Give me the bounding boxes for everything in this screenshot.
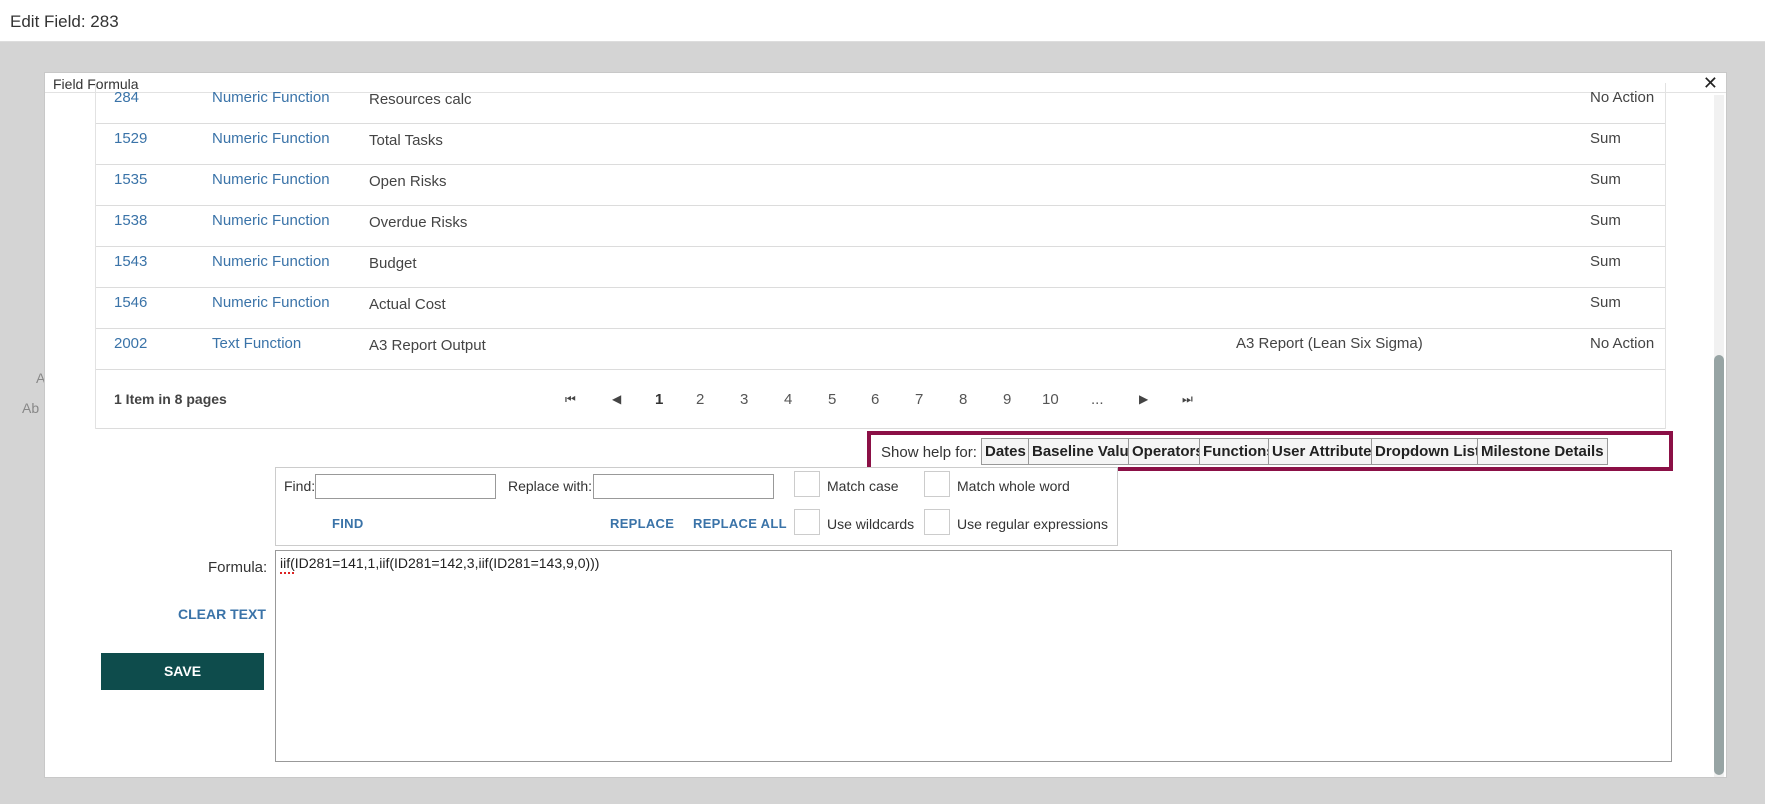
- row-name: Total Tasks: [369, 132, 443, 149]
- row-reference: A3 Report (Lean Six Sigma): [1236, 335, 1423, 352]
- formula-label: Formula:: [208, 559, 268, 576]
- table-row[interactable]: 1543 Numeric Function Budget Sum: [96, 247, 1665, 288]
- replace-button[interactable]: REPLACE: [610, 516, 674, 531]
- page-number-4[interactable]: 4: [784, 391, 792, 408]
- row-type-link[interactable]: Numeric Function: [212, 130, 330, 147]
- row-aggregation: Sum: [1590, 294, 1621, 311]
- page-number-6[interactable]: 6: [871, 391, 879, 408]
- row-id-link[interactable]: 1543: [114, 253, 147, 270]
- table-row[interactable]: 1546 Numeric Function Actual Cost Sum: [96, 288, 1665, 329]
- find-label: Find:: [284, 478, 316, 494]
- row-name: Actual Cost: [369, 296, 446, 313]
- row-type-link[interactable]: Numeric Function: [212, 294, 330, 311]
- page-title: Edit Field: 283: [10, 12, 119, 31]
- use-wildcards-checkbox[interactable]: [794, 509, 820, 535]
- match-whole-word-checkbox[interactable]: [924, 471, 950, 497]
- page-number-3[interactable]: 3: [740, 391, 748, 408]
- formula-text[interactable]: iif(ID281=141,1,iif(ID281=142,3,iif(ID28…: [280, 555, 599, 571]
- clear-text-button[interactable]: CLEAR TEXT: [178, 606, 266, 622]
- replace-all-button[interactable]: REPLACE ALL: [693, 516, 787, 531]
- row-name: Budget: [369, 255, 417, 272]
- pager-info: 1 Item in 8 pages: [114, 391, 227, 407]
- prev-page-icon[interactable]: ◀: [612, 392, 621, 406]
- save-button[interactable]: SAVE: [101, 653, 264, 690]
- row-id-link[interactable]: 1538: [114, 212, 147, 229]
- row-type-link[interactable]: Numeric Function: [212, 212, 330, 229]
- table-row[interactable]: 1538 Numeric Function Overdue Risks Sum: [96, 206, 1665, 247]
- row-aggregation: Sum: [1590, 253, 1621, 270]
- help-operators-button[interactable]: Operators: [1128, 438, 1208, 465]
- help-label: Show help for:: [881, 444, 977, 461]
- row-name: Overdue Risks: [369, 214, 468, 231]
- use-regex-checkbox[interactable]: [924, 509, 950, 535]
- replace-input[interactable]: [593, 474, 774, 499]
- help-functions-button[interactable]: Functions: [1199, 438, 1279, 465]
- background-text-ab: Ab: [22, 400, 40, 416]
- find-input[interactable]: [315, 474, 496, 499]
- use-wildcards-label: Use wildcards: [827, 516, 915, 532]
- scrollbar-thumb[interactable]: [1714, 355, 1724, 775]
- page-header: Edit Field: 283: [0, 0, 1765, 42]
- formula-editor[interactable]: iif(ID281=141,1,iif(ID281=142,3,iif(ID28…: [275, 550, 1672, 762]
- row-aggregation: Sum: [1590, 212, 1621, 229]
- grid-pager: 1 Item in 8 pages ⏮ ◀ 1 2 3 4 5 6 7 8 9 …: [96, 370, 1665, 429]
- page-number-5[interactable]: 5: [828, 391, 836, 408]
- help-toolbar: Show help for: Dates Baseline Values Ope…: [867, 431, 1673, 471]
- row-aggregation: No Action: [1590, 335, 1655, 352]
- row-id-link[interactable]: 1529: [114, 130, 147, 147]
- next-page-icon[interactable]: ▶: [1139, 392, 1148, 406]
- row-name: Open Risks: [369, 173, 447, 190]
- row-type-link[interactable]: Numeric Function: [212, 89, 330, 106]
- page-number-1[interactable]: 1: [655, 391, 663, 408]
- use-regex-label: Use regular expressions: [957, 516, 1108, 532]
- dialog-scrollbar[interactable]: [1714, 95, 1724, 777]
- field-formula-dialog: Field Formula ✕ 284 Numeric Function Res…: [44, 72, 1727, 778]
- page-number-10[interactable]: 10: [1042, 391, 1059, 408]
- row-name: Resources calc: [369, 91, 472, 108]
- page-number-2[interactable]: 2: [696, 391, 704, 408]
- row-aggregation: Sum: [1590, 171, 1621, 188]
- row-id-link[interactable]: 1546: [114, 294, 147, 311]
- row-type-link[interactable]: Numeric Function: [212, 171, 330, 188]
- help-milestone-details-button[interactable]: Milestone Details: [1477, 438, 1608, 465]
- first-page-icon[interactable]: ⏮: [565, 392, 576, 407]
- match-case-label: Match case: [827, 478, 899, 494]
- page-number-7[interactable]: 7: [915, 391, 923, 408]
- row-aggregation: No Action: [1590, 89, 1655, 106]
- page-number-9[interactable]: 9: [1003, 391, 1011, 408]
- table-row[interactable]: 284 Numeric Function Resources calc No A…: [96, 83, 1665, 124]
- match-case-checkbox[interactable]: [794, 471, 820, 497]
- row-id-link[interactable]: 284: [114, 89, 139, 106]
- table-row[interactable]: 1529 Numeric Function Total Tasks Sum: [96, 124, 1665, 165]
- find-replace-panel: Find: Replace with: Match case Match who…: [275, 467, 1118, 546]
- fields-grid: 284 Numeric Function Resources calc No A…: [95, 83, 1666, 429]
- match-whole-word-label: Match whole word: [957, 478, 1070, 494]
- close-icon[interactable]: ✕: [1703, 73, 1718, 93]
- row-id-link[interactable]: 1535: [114, 171, 147, 188]
- table-row[interactable]: 1535 Numeric Function Open Risks Sum: [96, 165, 1665, 206]
- spellcheck-underline: [280, 571, 294, 574]
- page-more[interactable]: ...: [1091, 391, 1104, 408]
- last-page-icon[interactable]: ⏭: [1182, 392, 1193, 407]
- row-type-link[interactable]: Text Function: [212, 335, 301, 352]
- replace-label: Replace with:: [508, 478, 593, 494]
- page-number-8[interactable]: 8: [959, 391, 967, 408]
- row-type-link[interactable]: Numeric Function: [212, 253, 330, 270]
- table-row[interactable]: 2002 Text Function A3 Report Output A3 R…: [96, 329, 1665, 370]
- row-id-link[interactable]: 2002: [114, 335, 147, 352]
- help-user-attributes-button[interactable]: User Attributes: [1268, 438, 1384, 465]
- row-aggregation: Sum: [1590, 130, 1621, 147]
- help-dates-button[interactable]: Dates: [981, 438, 1030, 465]
- row-name: A3 Report Output: [369, 337, 486, 354]
- help-dropdown-lists-button[interactable]: Dropdown Lists: [1371, 438, 1493, 465]
- find-button[interactable]: FIND: [332, 516, 364, 531]
